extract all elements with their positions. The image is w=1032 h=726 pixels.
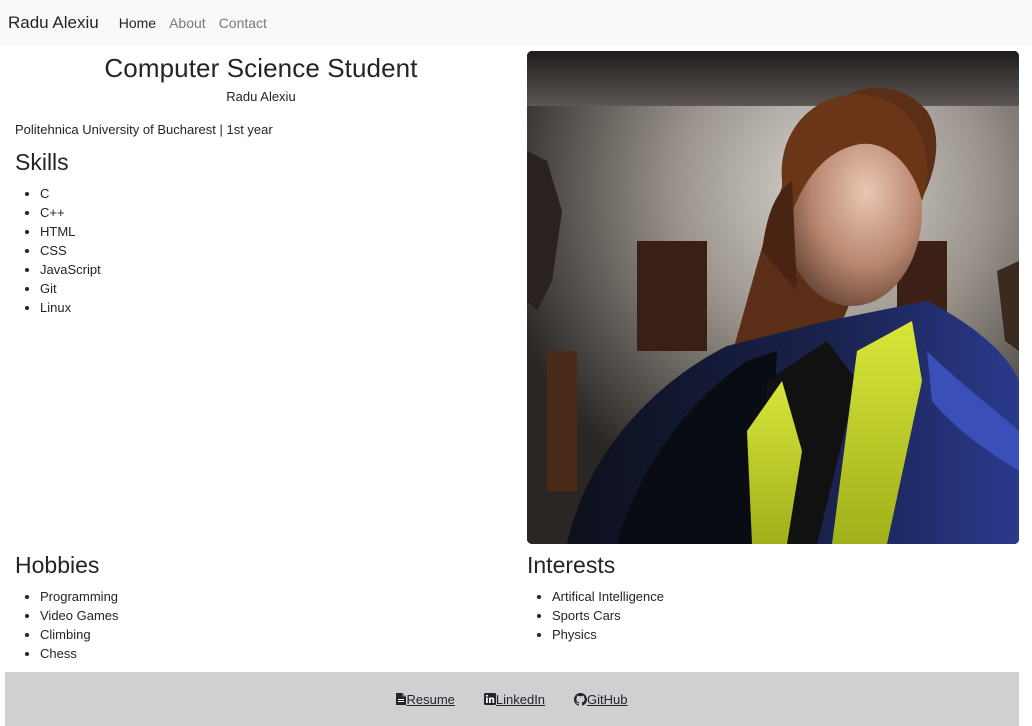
hobbies-list: Programming Video Games Climbing Chess <box>15 587 507 663</box>
hobbies-section: Hobbies Programming Video Games Climbing… <box>15 552 507 663</box>
list-item: Programming <box>40 587 507 606</box>
author-name: Radu Alexiu <box>226 89 296 104</box>
footer: Resume LinkedIn GitHub <box>5 672 1019 726</box>
resume-link-label: Resume <box>406 691 455 707</box>
intro-section: Computer Science Student Radu Alexiu Pol… <box>15 45 507 317</box>
list-item: Physics <box>552 625 1019 644</box>
github-link[interactable]: GitHub <box>574 691 628 707</box>
profile-photo-graphic <box>527 51 1019 544</box>
university-line: Politehnica University of Bucharest | 1s… <box>15 122 273 137</box>
list-item: Git <box>40 279 507 298</box>
interests-section: Interests Artifical Intelligence Sports … <box>527 552 1019 644</box>
list-item: C++ <box>40 203 507 222</box>
profile-photo <box>527 51 1019 544</box>
linkedin-link[interactable]: LinkedIn <box>483 691 546 707</box>
list-item: JavaScript <box>40 260 507 279</box>
hobbies-heading: Hobbies <box>15 552 100 578</box>
github-icon <box>574 692 588 706</box>
page-title: Computer Science Student <box>104 53 418 83</box>
list-item: C <box>40 184 507 203</box>
linkedin-link-label: LinkedIn <box>495 691 546 707</box>
navbar: Radu Alexiu Home About Contact <box>0 0 1032 45</box>
list-item: Climbing <box>40 625 507 644</box>
resume-link[interactable]: Resume <box>396 691 455 707</box>
linkedin-icon <box>483 693 496 705</box>
nav-link-about[interactable]: About <box>169 15 206 31</box>
skills-heading: Skills <box>15 149 69 175</box>
list-item: Sports Cars <box>552 606 1019 625</box>
list-item: Video Games <box>40 606 507 625</box>
interests-list: Artifical Intelligence Sports Cars Physi… <box>527 587 1019 644</box>
brand-link[interactable]: Radu Alexiu <box>8 13 99 33</box>
list-item: Chess <box>40 644 507 663</box>
list-item: CSS <box>40 241 507 260</box>
file-icon <box>396 693 407 705</box>
interests-heading: Interests <box>527 552 616 578</box>
list-item: HTML <box>40 222 507 241</box>
skills-list: C C++ HTML CSS JavaScript Git Linux <box>15 184 507 317</box>
list-item: Artifical Intelligence <box>552 587 1019 606</box>
list-item: Linux <box>40 298 507 317</box>
nav-link-home[interactable]: Home <box>119 15 156 31</box>
github-link-label: GitHub <box>587 691 628 707</box>
nav-link-contact[interactable]: Contact <box>219 15 267 31</box>
